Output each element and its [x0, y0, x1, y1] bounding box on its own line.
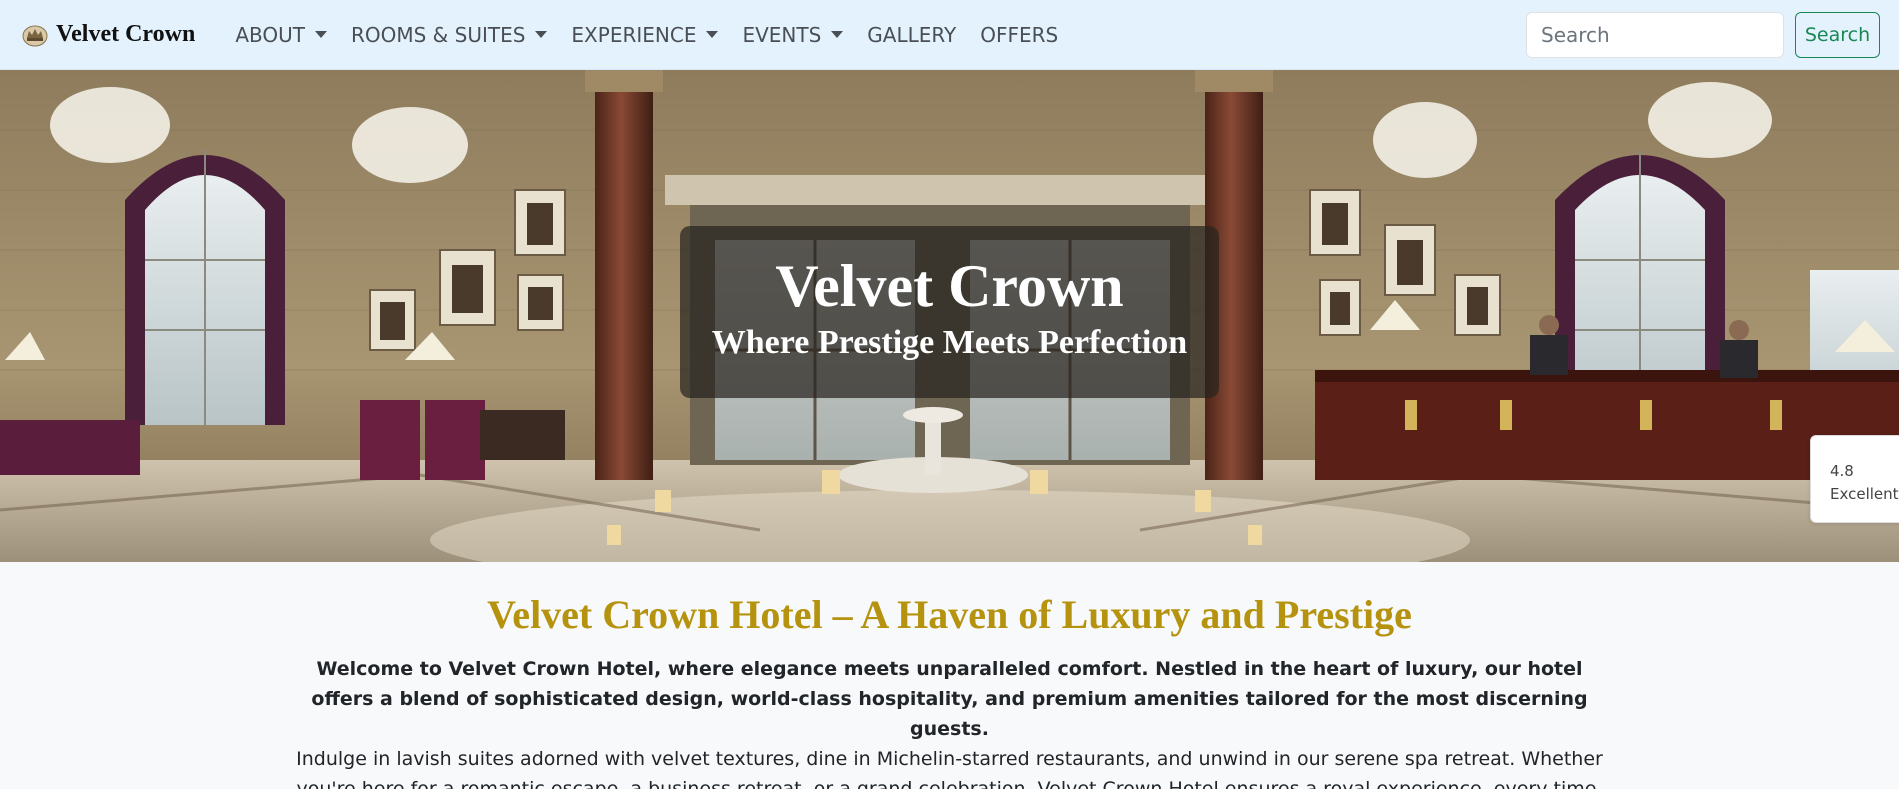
nav-item-label: OFFERS [980, 22, 1059, 47]
nav-item-offers[interactable]: OFFERS [968, 23, 1070, 47]
nav-item-label: EVENTS [742, 22, 822, 47]
search-form: Search [1526, 12, 1880, 58]
rating-label: Excellent [1830, 485, 1899, 504]
chevron-down-icon [706, 31, 719, 38]
rating-score: 4.8 [1830, 462, 1854, 480]
nav-item-label: EXPERIENCE [571, 22, 697, 47]
chevron-down-icon [535, 31, 548, 38]
nav-item-experience[interactable]: EXPERIENCE [559, 23, 730, 47]
hero-title: Velvet Crown [775, 253, 1124, 319]
nav-menu: ABOUT ROOMS & SUITES EXPERIENCE EVENTS G… [223, 23, 1070, 47]
brand-link[interactable]: Velvet Crown [22, 21, 195, 48]
search-button[interactable]: Search [1795, 12, 1880, 58]
search-input[interactable] [1526, 12, 1784, 58]
intro-section: Velvet Crown Hotel – A Haven of Luxury a… [0, 562, 1899, 789]
nav-item-about[interactable]: ABOUT [223, 23, 339, 47]
hero-caption-box: Velvet Crown Where Prestige Meets Perfec… [680, 226, 1219, 398]
nav-item-label: GALLERY [867, 22, 957, 47]
brand-name: Velvet Crown [56, 21, 196, 47]
chevron-down-icon [831, 31, 844, 38]
nav-item-events[interactable]: EVENTS [730, 23, 855, 47]
nav-item-label: ABOUT [235, 22, 305, 47]
intro-lead-text: Welcome to Velvet Crown Hotel, where ele… [311, 658, 1588, 740]
chevron-down-icon [314, 31, 327, 38]
nav-item-gallery[interactable]: GALLERY [855, 23, 968, 47]
hero-subtitle: Where Prestige Meets Perfection [711, 324, 1188, 361]
hero-banner: Velvet Crown Where Prestige Meets Perfec… [0, 70, 1899, 562]
nav-item-label: ROOMS & SUITES [350, 22, 526, 47]
crown-logo-icon [22, 25, 48, 46]
rating-widget[interactable]: 4.8 Excellent [1810, 435, 1899, 523]
top-navbar: Velvet Crown ABOUT ROOMS & SUITES EXPERI… [0, 0, 1899, 70]
intro-heading: Velvet Crown Hotel – A Haven of Luxury a… [487, 592, 1412, 637]
intro-body-text: Indulge in lavish suites adorned with ve… [296, 748, 1603, 789]
nav-item-rooms-suites[interactable]: ROOMS & SUITES [339, 23, 559, 47]
